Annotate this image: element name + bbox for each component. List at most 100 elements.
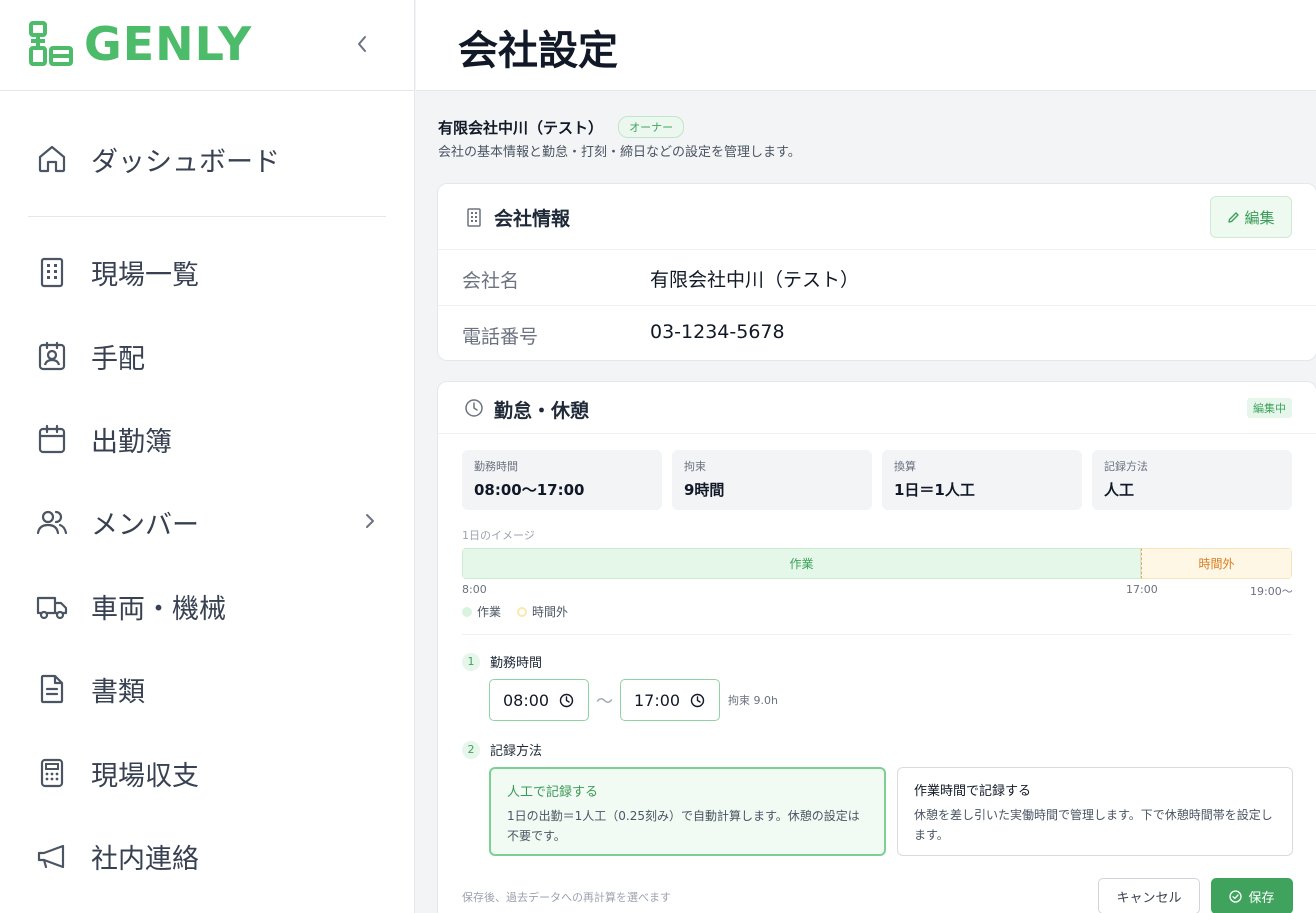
document-icon	[36, 673, 68, 705]
stat-label: 記録方法	[1104, 460, 1148, 473]
sidebar-item-sites[interactable]: 現場一覧	[36, 247, 386, 297]
sidebar-item-label: 社内連絡	[91, 843, 199, 875]
stat-work-hours: 勤務時間 08:00〜17:00	[462, 450, 662, 510]
chevron-left-icon	[358, 36, 366, 52]
step-label: 勤務時間	[490, 656, 543, 671]
method-option-ninku[interactable]: 人工で記録する 1日の出勤＝1人工（0.25刻み）で自動計算します。休憩の設定は…	[489, 767, 886, 856]
timeline-legend: 作業 時間外	[462, 603, 584, 620]
legend-label: 作業	[477, 605, 502, 619]
stat-record-method: 記録方法 人工	[1092, 450, 1292, 510]
timeline-work-segment: 作業	[462, 548, 1141, 579]
method-title: 作業時間で記録する	[914, 784, 1032, 799]
legend-work: 作業	[462, 603, 501, 620]
start-time-value: 08:00	[503, 690, 550, 710]
logo-mark-icon	[29, 21, 73, 66]
info-value: 有限会社中川（テスト）	[650, 269, 860, 291]
clock-icon	[690, 693, 705, 708]
restraint-hours: 拘束 9.0h	[728, 694, 778, 707]
sidebar-item-label: 手配	[91, 343, 145, 375]
time-separator: 〜	[596, 692, 613, 712]
method-option-work-time[interactable]: 作業時間で記録する 休憩を差し引いた実働時間で管理します。下で休憩時間帯を設定し…	[897, 767, 1293, 856]
day-timeline: 作業 時間外	[462, 548, 1292, 579]
method-description: 1日の出勤＝1人工（0.25刻み）で自動計算します。休憩の設定は不要です。	[507, 809, 860, 843]
sidebar-item-vehicles[interactable]: 車両・機械	[36, 581, 386, 631]
sidebar-item-label: 現場一覧	[91, 259, 199, 291]
end-time-input[interactable]: 17:00	[620, 679, 720, 721]
method-description: 休憩を差し引いた実働時間で管理します。下で休憩時間帯を設定します。	[914, 808, 1273, 842]
card-header: 会社情報 編集	[438, 184, 1316, 250]
step-number: 1	[462, 652, 480, 671]
edit-button-label: 編集	[1244, 208, 1275, 227]
megaphone-icon	[36, 840, 68, 872]
company-heading: 有限会社中川（テスト） オーナー	[438, 116, 685, 138]
users-icon	[36, 506, 68, 538]
save-button-label: 保存	[1248, 890, 1275, 906]
home-icon	[36, 143, 68, 175]
divider	[462, 634, 1292, 635]
summary-stats: 勤務時間 08:00〜17:00 拘束 9時間 換算 1日＝1人工 記録方法 人…	[462, 450, 1292, 510]
stat-label: 勤務時間	[474, 460, 518, 473]
legend-label: 時間外	[532, 605, 569, 619]
collapse-sidebar-button[interactable]	[348, 30, 376, 58]
sidebar-item-dashboard[interactable]: ダッシュボード	[36, 134, 386, 184]
clock-icon	[559, 693, 574, 708]
info-row-phone: 電話番号 03-1234-5678	[438, 306, 1316, 362]
timeline-tick-end: 17:00	[1126, 583, 1158, 596]
sidebar-item-label: ダッシュボード	[91, 146, 280, 178]
sidebar-item-members[interactable]: メンバー	[36, 497, 386, 547]
card-title: 勤怠・休憩	[494, 400, 590, 422]
sidebar-item-label: メンバー	[91, 509, 199, 541]
pencil-icon	[1228, 211, 1240, 223]
timeline-tick-overtime: 19:00〜	[1250, 585, 1293, 598]
info-label: 会社名	[462, 270, 520, 292]
role-badge: オーナー	[618, 116, 685, 138]
timeline-label: 1日のイメージ	[462, 529, 535, 542]
stat-label: 換算	[894, 460, 916, 473]
card-header: 勤怠・休憩 編集中	[438, 382, 1316, 434]
clock-icon	[465, 399, 483, 417]
sidebar-item-label: 現場収支	[91, 760, 199, 792]
check-circle-icon	[1229, 889, 1243, 903]
calendar-icon	[36, 423, 68, 455]
stat-label: 拘束	[684, 460, 706, 473]
badge-icon	[36, 340, 68, 372]
sidebar-item-label: 車両・機械	[91, 593, 226, 625]
sidebar-item-documents[interactable]: 書類	[36, 664, 386, 714]
sidebar: GENLY ダッシュボード 現場一覧 手配 出勤簿 メンバー 車両・機械 書類 …	[0, 0, 415, 913]
step-work-hours: 1 勤務時間	[462, 652, 542, 671]
save-button[interactable]: 保存	[1211, 878, 1293, 913]
stat-value: 1日＝1人工	[894, 481, 975, 499]
cancel-button[interactable]: キャンセル	[1098, 878, 1200, 913]
sidebar-item-attendance[interactable]: 出勤簿	[36, 414, 386, 464]
legend-dot	[462, 606, 472, 617]
step-number: 2	[462, 740, 480, 759]
calculator-icon	[36, 757, 68, 789]
chevron-right-icon	[366, 514, 374, 528]
stat-value: 08:00〜17:00	[474, 481, 585, 499]
timeline-tick-start: 8:00	[462, 583, 487, 596]
building-icon	[36, 256, 68, 288]
card-title: 会社情報	[494, 208, 571, 230]
start-time-input[interactable]: 08:00	[489, 679, 589, 721]
sidebar-item-arrangement[interactable]: 手配	[36, 331, 386, 381]
step-label: 記録方法	[490, 744, 543, 759]
stat-value: 9時間	[684, 481, 725, 499]
legend-overtime: 時間外	[517, 603, 568, 620]
sidebar-item-site-finance[interactable]: 現場収支	[36, 748, 386, 798]
topbar: 会社設定	[416, 0, 1316, 91]
page-title: 会社設定	[458, 28, 618, 74]
edit-button[interactable]: 編集	[1210, 196, 1292, 238]
logo-row: GENLY	[0, 0, 414, 91]
company-description: 会社の基本情報と勤怠・打刻・締日などの設定を管理します。	[438, 145, 801, 160]
truck-icon	[36, 590, 68, 622]
method-title: 人工で記録する	[507, 785, 599, 800]
stat-value: 人工	[1104, 481, 1135, 499]
footer-note: 保存後、過去データへの再計算を選べます	[462, 891, 671, 904]
sidebar-item-internal-notice[interactable]: 社内連絡	[36, 831, 386, 881]
nav-divider	[28, 216, 386, 217]
stat-restraint: 拘束 9時間	[672, 450, 872, 510]
legend-dot	[517, 606, 528, 617]
end-time-value: 17:00	[634, 690, 681, 710]
sidebar-item-label: 出勤簿	[91, 426, 172, 458]
logo[interactable]: GENLY	[28, 20, 252, 68]
